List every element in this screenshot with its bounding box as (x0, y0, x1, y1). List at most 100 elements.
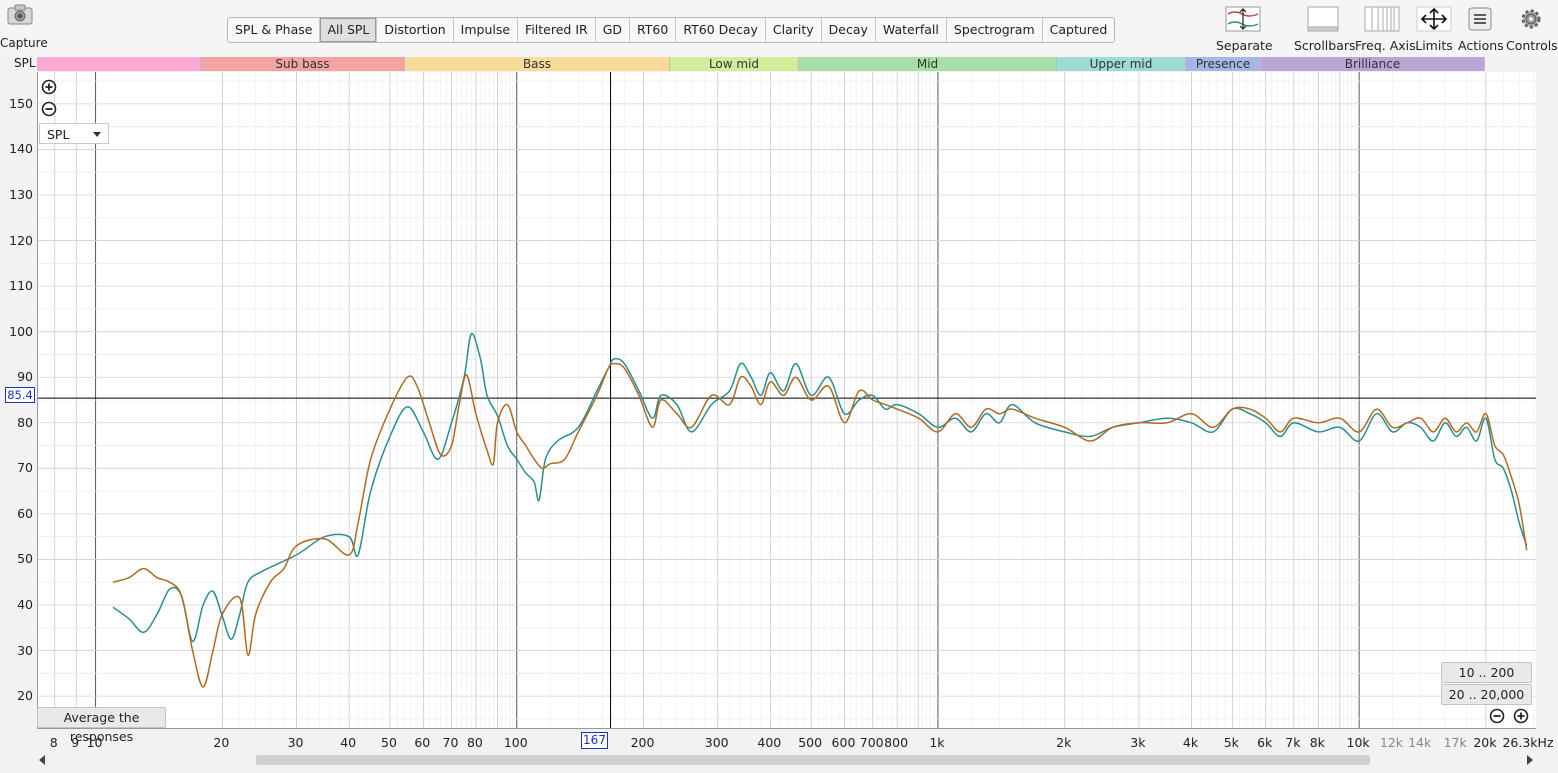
tab-impulse[interactable]: Impulse (454, 18, 519, 42)
band-sub-bass: Sub bass (201, 57, 405, 71)
y-tick-label: 120 (9, 232, 33, 248)
view-tabs: SPL & Phase All SPL Distortion Impulse Filte… (227, 17, 1116, 43)
tab-distortion[interactable]: Distortion (377, 18, 454, 42)
separate-icon (1216, 4, 1270, 34)
freq-axis-icon (1355, 4, 1409, 34)
tab-spl-phase[interactable]: SPL & Phase (228, 18, 321, 42)
controls-button[interactable]: Controls (1506, 4, 1558, 53)
x-zoom-in-icon[interactable] (1513, 708, 1529, 724)
range-20-20000-button[interactable]: 20 .. 20,000 (1441, 684, 1532, 705)
band-upper-mid: Upper mid (1057, 57, 1186, 71)
tab-decay[interactable]: Decay (822, 18, 876, 42)
y-tick-label: 60 (17, 505, 33, 521)
x-zoom-out-icon[interactable] (1489, 708, 1505, 724)
x-tick-label: 400 (757, 735, 782, 750)
x-tick-label: 30 (287, 735, 304, 750)
x-tick-label: 4k (1182, 735, 1199, 750)
x-tick-label: 3k (1130, 735, 1146, 750)
gear-icon (1506, 4, 1556, 34)
x-tick-label: 6k (1257, 735, 1273, 750)
y-axis-title: SPL (14, 56, 36, 70)
tab-rt60[interactable]: RT60 (630, 18, 677, 42)
freq-axis-button[interactable]: Freq. Axis (1355, 4, 1416, 53)
tab-waterfall[interactable]: Waterfall (876, 18, 947, 42)
x-tick-label: 60 (414, 735, 431, 750)
x-tick-label: 300 (704, 735, 729, 750)
range-10-200-button[interactable]: 10 .. 200 (1441, 662, 1532, 683)
x-tick-label: 12k (1379, 735, 1404, 750)
scrollbar-thumb[interactable] (256, 755, 1370, 765)
tab-rt60-decay[interactable]: RT60 Decay (676, 18, 766, 42)
x-tick-label: 10k (1346, 735, 1370, 750)
spl-plot[interactable] (37, 72, 1536, 729)
x-tick-label: 7k (1285, 735, 1301, 750)
x-tick-label: 600 (831, 735, 856, 750)
y-tick-label: 110 (9, 278, 33, 294)
x-tick-label: 80 (466, 735, 483, 750)
response-trace-1 (112, 332, 1528, 643)
x-tick-label: 5k (1223, 735, 1239, 750)
x-tick-label: 100 (503, 735, 528, 750)
limits-label: Limits (1415, 38, 1453, 53)
y-tick-label: 40 (17, 597, 33, 612)
spl-graph[interactable] (38, 72, 1536, 728)
scrollbars-icon (1294, 4, 1350, 34)
tab-clarity[interactable]: Clarity (766, 18, 822, 42)
x-tick-label: 26.3kHz (1502, 735, 1554, 750)
band-low-mid: Low mid (670, 57, 799, 71)
actions-label: Actions (1458, 38, 1504, 53)
y-tick-label: 130 (9, 187, 33, 202)
controls-label: Controls (1506, 38, 1558, 53)
limits-icon (1414, 4, 1454, 34)
x-tick-label: 800 (884, 735, 909, 750)
y-tick-label: 20 (17, 688, 33, 704)
average-responses-button[interactable]: Average the responses (37, 707, 166, 744)
x-tick-label: 700 (859, 735, 884, 750)
band-mid: Mid (799, 57, 1057, 71)
x-tick-label: 20k (1473, 735, 1497, 750)
tab-filtered-ir[interactable]: Filtered IR (518, 18, 596, 42)
cursor-freq-readout: 167 (581, 732, 608, 749)
y-tick-label: 80 (17, 414, 33, 430)
y-axis-select[interactable]: SPL (39, 123, 109, 144)
zoom-out-icon[interactable] (41, 101, 57, 117)
zoom-in-icon[interactable] (41, 79, 57, 95)
x-tick-label: 1k (929, 735, 945, 750)
cursor-spl-readout: 85.4 (5, 387, 35, 403)
x-tick-label: 17k (1443, 735, 1467, 750)
separate-label: Separate (1216, 38, 1273, 53)
scroll-left-icon[interactable] (39, 755, 45, 765)
x-tick-label: 50 (381, 735, 397, 750)
separate-button[interactable]: Separate (1216, 4, 1273, 53)
camera-icon (6, 4, 34, 26)
x-tick-label: 8 (49, 735, 58, 750)
tab-gd[interactable]: GD (596, 18, 631, 42)
scroll-right-icon[interactable] (1527, 755, 1533, 765)
y-tick-label: 30 (17, 642, 33, 658)
band-bass: Bass (405, 57, 670, 71)
limits-button[interactable]: Limits (1414, 4, 1454, 53)
tab-all-spl[interactable]: All SPL (320, 18, 378, 42)
tab-spectrogram[interactable]: Spectrogram (947, 18, 1043, 42)
x-tick-label: 70 (442, 735, 459, 750)
actions-icon (1458, 4, 1502, 34)
actions-button[interactable]: Actions (1458, 4, 1504, 53)
y-tick-label: 100 (9, 323, 33, 339)
y-tick-label: 150 (9, 95, 33, 111)
tab-captured[interactable]: Captured (1043, 18, 1115, 42)
response-trace-2 (112, 362, 1528, 688)
capture-button[interactable]: Capture (0, 4, 48, 50)
y-tick-label: 70 (17, 460, 33, 476)
x-tick-label: 2k (1056, 735, 1072, 750)
scrollbars-button[interactable]: Scrollbars (1294, 4, 1356, 53)
y-tick-label: 90 (17, 369, 33, 385)
y-tick-label: 50 (17, 551, 33, 567)
x-tick-label: 500 (798, 735, 823, 750)
y-tick-label: 140 (9, 141, 33, 157)
x-tick-label: 14k (1408, 735, 1432, 750)
x-tick-label: 8k (1309, 735, 1325, 750)
capture-label: Capture (0, 36, 48, 50)
band-infrasonic (37, 57, 201, 71)
x-tick-label: 40 (340, 735, 357, 750)
chevron-down-icon (93, 132, 101, 137)
